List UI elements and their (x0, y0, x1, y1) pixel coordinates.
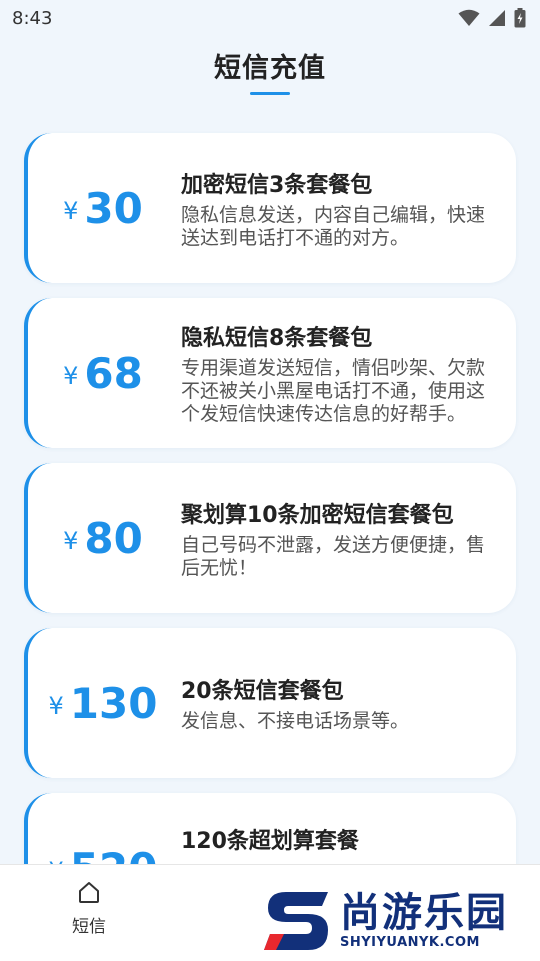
status-icons (458, 8, 526, 28)
home-icon (79, 882, 99, 903)
package-card[interactable]: ¥ 130 20条短信套餐包 发信息、不接电话场景等。 (24, 628, 516, 778)
package-price: ¥ 30 (28, 133, 178, 283)
package-price: ¥ 130 (28, 628, 178, 778)
package-name: 120条超划算套餐 (181, 829, 359, 854)
wifi-icon (458, 9, 480, 26)
currency-symbol: ¥ (63, 197, 79, 225)
title-underline (250, 92, 290, 95)
cell-signal-icon (489, 10, 505, 26)
package-description: 专用渠道发送短信，情侣吵架、欠款不还被关小黑屋电话打不通，使用这个发短信快速传达… (181, 357, 486, 425)
package-name: 加密短信3条套餐包 (181, 172, 373, 198)
package-card[interactable]: ¥ 80 聚划算10条加密短信套餐包 自己号码不泄露，发送方便便捷，售后无忧！ (24, 463, 516, 613)
price-amount: 80 (84, 513, 143, 563)
currency-symbol: ¥ (63, 362, 79, 390)
currency-symbol: ¥ (63, 527, 79, 555)
package-info: 加密短信3条套餐包 隐私信息发送，内容自己编辑，快速送达到电话打不通的对方。 (181, 133, 498, 283)
price-amount: 30 (84, 183, 143, 233)
price-amount: 130 (69, 678, 158, 728)
package-name: 隐私短信8条套餐包 (181, 326, 373, 351)
page-title: 短信充值 (214, 53, 326, 84)
nav-label-sms: 短信 (72, 917, 106, 937)
package-name: 20条短信套餐包 (181, 679, 344, 704)
nav-item-sms[interactable]: 短信 (44, 879, 134, 937)
battery-icon (514, 8, 526, 28)
package-description: 自己号码不泄露，发送方便便捷，售后无忧！ (181, 533, 486, 579)
watermark-logo: 尚游乐园 SHYIYUANYK.COM (262, 880, 540, 960)
package-description: 发信息、不接电话场景等。 (181, 710, 410, 732)
watermark-brand-en: SHYIYUANYK.COM (340, 934, 480, 950)
package-price: ¥ 68 (28, 298, 178, 448)
package-info: 聚划算10条加密短信套餐包 自己号码不泄露，发送方便便捷，售后无忧！ (181, 463, 498, 613)
brand-s-logo-icon (264, 892, 328, 950)
package-card[interactable]: ¥ 30 加密短信3条套餐包 隐私信息发送，内容自己编辑，快速送达到电话打不通的… (24, 133, 516, 283)
package-description: 隐私信息发送，内容自己编辑，快速送达到电话打不通的对方。 (181, 203, 486, 249)
status-time: 8:43 (12, 7, 53, 29)
package-price: ¥ 80 (28, 463, 178, 613)
status-bar: 8:43 (0, 0, 540, 36)
currency-symbol: ¥ (48, 692, 64, 720)
package-card[interactable]: ¥ 68 隐私短信8条套餐包 专用渠道发送短信，情侣吵架、欠款不还被关小黑屋电话… (24, 298, 516, 448)
package-info: 隐私短信8条套餐包 专用渠道发送短信，情侣吵架、欠款不还被关小黑屋电话打不通，使… (181, 298, 498, 448)
price-amount: 68 (84, 348, 143, 398)
package-info: 20条短信套餐包 发信息、不接电话场景等。 (181, 628, 498, 778)
watermark-brand-cn: 尚游乐园 (340, 889, 508, 936)
package-name: 聚划算10条加密短信套餐包 (181, 502, 454, 528)
